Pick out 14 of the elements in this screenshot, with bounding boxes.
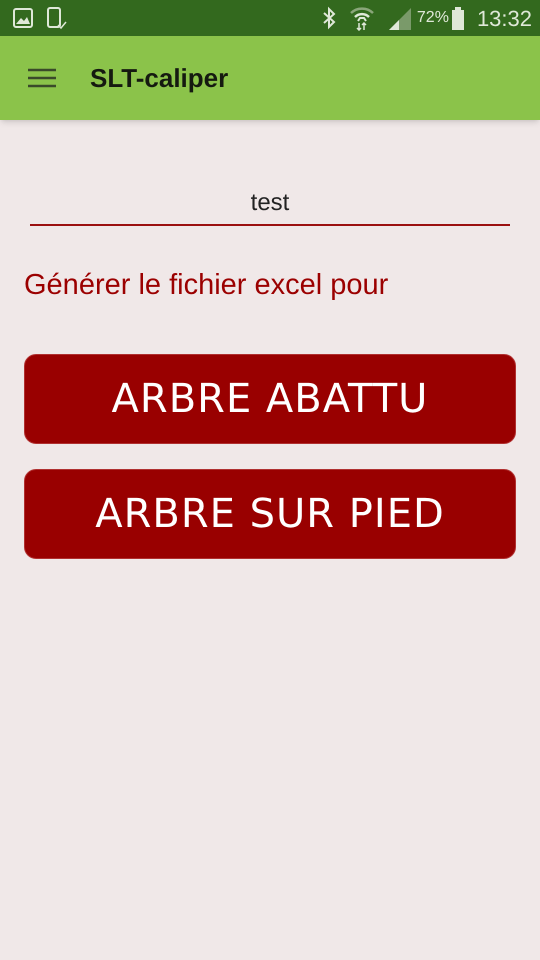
clock: 13:32 <box>476 4 532 32</box>
app-title: SLT-caliper <box>90 62 228 94</box>
tablet-check-icon <box>46 6 68 30</box>
bluetooth-icon <box>320 6 337 30</box>
input-field[interactable]: test <box>30 182 510 226</box>
gallery-icon <box>12 7 34 29</box>
signal-icon <box>386 6 413 30</box>
wifi-icon <box>348 5 375 31</box>
battery-icon <box>450 6 465 30</box>
menu-icon[interactable] <box>28 68 56 88</box>
battery-percent: 72% <box>416 8 449 28</box>
action-button[interactable]: ARBRE ABATTU <box>24 354 516 444</box>
prompt-text: Générer le fichier excel pour <box>24 268 390 303</box>
action-button[interactable]: ARBRE SUR PIED <box>24 468 516 558</box>
